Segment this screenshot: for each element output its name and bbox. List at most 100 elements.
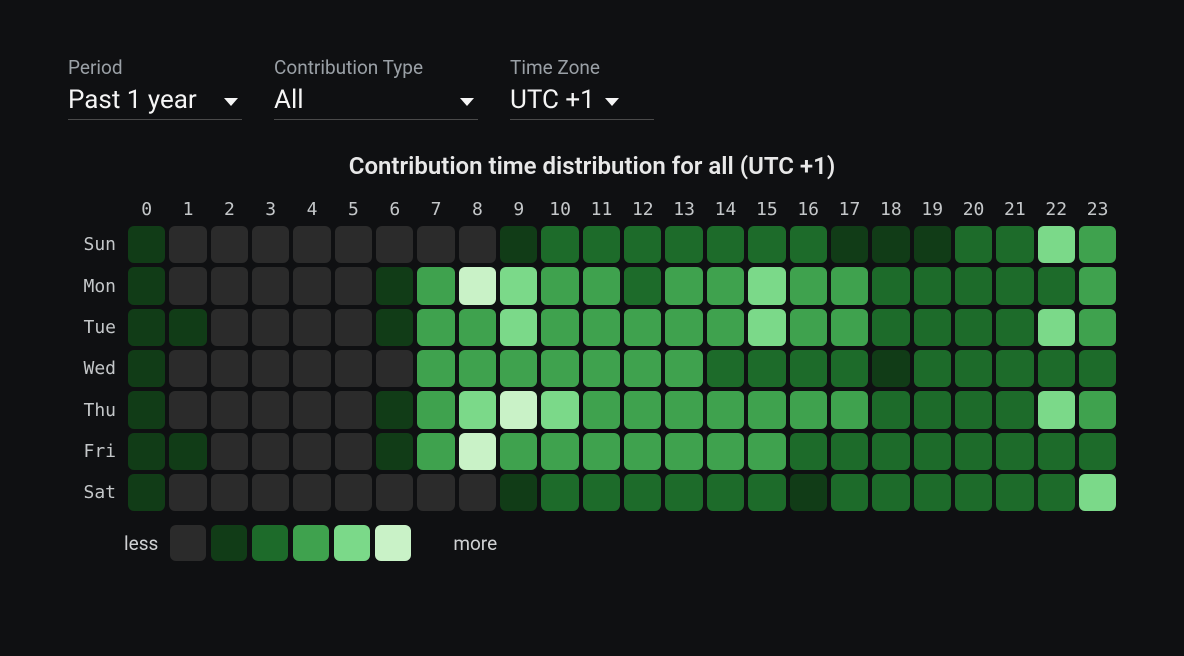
heatmap-cell[interactable] [831, 391, 868, 428]
heatmap-cell[interactable] [707, 474, 744, 511]
heatmap-cell[interactable] [252, 391, 289, 428]
heatmap-cell[interactable] [128, 391, 165, 428]
heatmap-cell[interactable] [293, 433, 330, 470]
heatmap-cell[interactable] [955, 433, 992, 470]
heatmap-cell[interactable] [211, 433, 248, 470]
heatmap-cell[interactable] [583, 309, 620, 346]
heatmap-cell[interactable] [831, 350, 868, 387]
heatmap-cell[interactable] [417, 226, 454, 263]
heatmap-cell[interactable] [500, 433, 537, 470]
heatmap-cell[interactable] [996, 433, 1033, 470]
heatmap-cell[interactable] [831, 267, 868, 304]
heatmap-cell[interactable] [541, 309, 578, 346]
heatmap-cell[interactable] [914, 433, 951, 470]
heatmap-cell[interactable] [624, 391, 661, 428]
heatmap-cell[interactable] [1038, 433, 1075, 470]
heatmap-cell[interactable] [459, 267, 496, 304]
heatmap-cell[interactable] [914, 391, 951, 428]
heatmap-cell[interactable] [459, 309, 496, 346]
heatmap-cell[interactable] [169, 433, 206, 470]
contribution-type-select[interactable]: Contribution Type All [274, 56, 478, 120]
heatmap-cell[interactable] [1079, 226, 1116, 263]
heatmap-cell[interactable] [1038, 226, 1075, 263]
heatmap-cell[interactable] [335, 226, 372, 263]
heatmap-cell[interactable] [541, 433, 578, 470]
heatmap-cell[interactable] [624, 350, 661, 387]
heatmap-cell[interactable] [707, 433, 744, 470]
heatmap-cell[interactable] [872, 226, 909, 263]
heatmap-cell[interactable] [831, 309, 868, 346]
heatmap-cell[interactable] [790, 309, 827, 346]
heatmap-cell[interactable] [252, 433, 289, 470]
heatmap-cell[interactable] [500, 267, 537, 304]
heatmap-cell[interactable] [459, 350, 496, 387]
heatmap-cell[interactable] [541, 226, 578, 263]
heatmap-cell[interactable] [955, 350, 992, 387]
heatmap-cell[interactable] [996, 267, 1033, 304]
heatmap-cell[interactable] [872, 474, 909, 511]
heatmap-cell[interactable] [417, 433, 454, 470]
heatmap-cell[interactable] [376, 474, 413, 511]
heatmap-cell[interactable] [252, 226, 289, 263]
heatmap-cell[interactable] [459, 474, 496, 511]
heatmap-cell[interactable] [748, 309, 785, 346]
heatmap-cell[interactable] [169, 309, 206, 346]
heatmap-cell[interactable] [459, 226, 496, 263]
heatmap-cell[interactable] [624, 309, 661, 346]
heatmap-cell[interactable] [293, 226, 330, 263]
heatmap-cell[interactable] [1079, 350, 1116, 387]
heatmap-cell[interactable] [417, 474, 454, 511]
heatmap-cell[interactable] [500, 391, 537, 428]
heatmap-cell[interactable] [128, 433, 165, 470]
heatmap-cell[interactable] [128, 350, 165, 387]
heatmap-cell[interactable] [1038, 309, 1075, 346]
heatmap-cell[interactable] [376, 309, 413, 346]
heatmap-cell[interactable] [996, 350, 1033, 387]
heatmap-cell[interactable] [252, 309, 289, 346]
heatmap-cell[interactable] [665, 226, 702, 263]
heatmap-cell[interactable] [624, 433, 661, 470]
heatmap-cell[interactable] [748, 391, 785, 428]
heatmap-cell[interactable] [583, 226, 620, 263]
heatmap-cell[interactable] [335, 350, 372, 387]
heatmap-cell[interactable] [335, 474, 372, 511]
heatmap-cell[interactable] [665, 433, 702, 470]
heatmap-cell[interactable] [914, 350, 951, 387]
heatmap-cell[interactable] [252, 267, 289, 304]
heatmap-cell[interactable] [417, 267, 454, 304]
timezone-select[interactable]: Time Zone UTC +1 [510, 56, 654, 120]
heatmap-cell[interactable] [748, 433, 785, 470]
heatmap-cell[interactable] [624, 226, 661, 263]
heatmap-cell[interactable] [624, 267, 661, 304]
heatmap-cell[interactable] [293, 309, 330, 346]
heatmap-cell[interactable] [790, 474, 827, 511]
heatmap-cell[interactable] [748, 350, 785, 387]
heatmap-cell[interactable] [376, 267, 413, 304]
heatmap-cell[interactable] [1038, 267, 1075, 304]
heatmap-cell[interactable] [417, 391, 454, 428]
heatmap-cell[interactable] [1079, 474, 1116, 511]
heatmap-cell[interactable] [790, 433, 827, 470]
heatmap-cell[interactable] [128, 474, 165, 511]
heatmap-cell[interactable] [541, 474, 578, 511]
heatmap-cell[interactable] [707, 309, 744, 346]
heatmap-cell[interactable] [665, 474, 702, 511]
heatmap-cell[interactable] [211, 474, 248, 511]
heatmap-cell[interactable] [1038, 350, 1075, 387]
heatmap-cell[interactable] [996, 309, 1033, 346]
heatmap-cell[interactable] [1079, 309, 1116, 346]
heatmap-cell[interactable] [376, 226, 413, 263]
heatmap-cell[interactable] [748, 226, 785, 263]
heatmap-cell[interactable] [293, 391, 330, 428]
heatmap-cell[interactable] [872, 433, 909, 470]
heatmap-cell[interactable] [417, 309, 454, 346]
heatmap-cell[interactable] [872, 309, 909, 346]
heatmap-cell[interactable] [376, 391, 413, 428]
heatmap-cell[interactable] [169, 391, 206, 428]
heatmap-cell[interactable] [376, 350, 413, 387]
heatmap-cell[interactable] [955, 267, 992, 304]
heatmap-cell[interactable] [790, 391, 827, 428]
heatmap-cell[interactable] [914, 474, 951, 511]
heatmap-cell[interactable] [417, 350, 454, 387]
heatmap-cell[interactable] [128, 226, 165, 263]
